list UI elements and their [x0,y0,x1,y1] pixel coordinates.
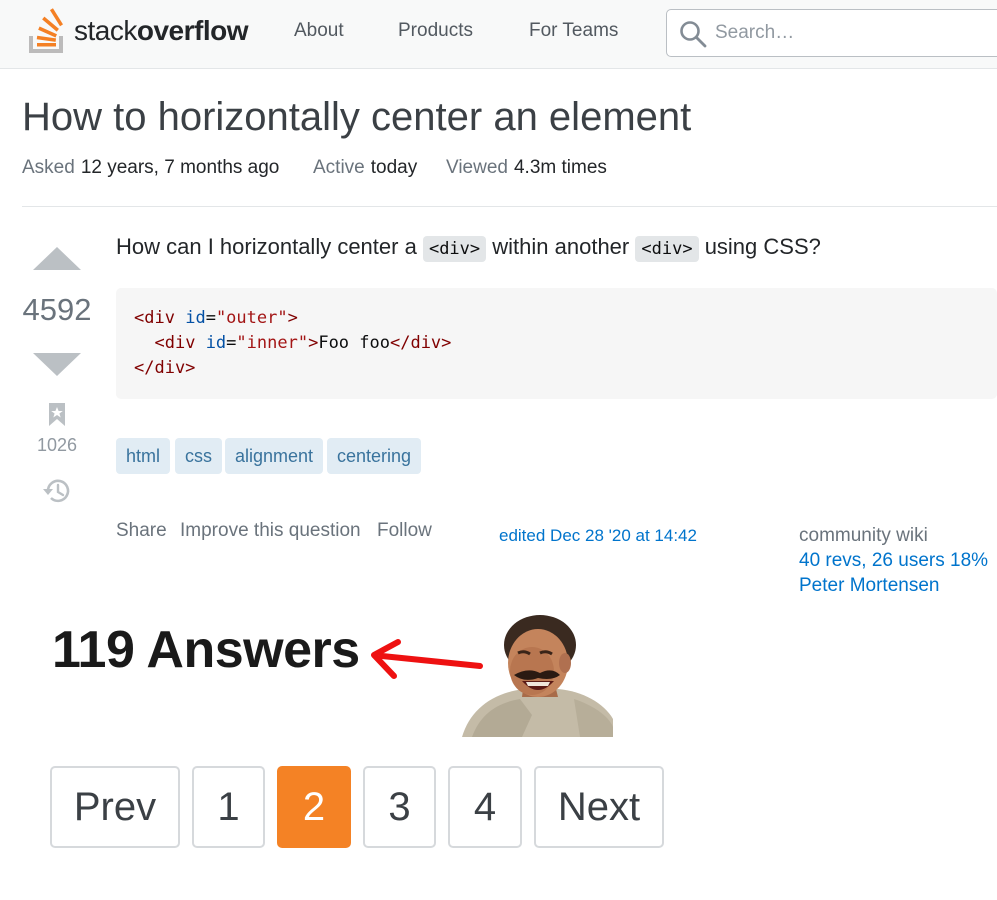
logo-text: stackoverflow [74,15,249,46]
meta-active-label: Active [313,157,365,178]
code-token: id [185,308,206,328]
pagination-page-3[interactable]: 3 [363,766,436,848]
answers-count: 119 Answers [52,621,360,679]
stackoverflow-logo[interactable]: stackoverflow [28,7,249,55]
code-token: = [205,308,216,328]
edited-link[interactable]: edited Dec 28 '20 at 14:42 [499,526,697,546]
pagination-page-2-current[interactable]: 2 [277,766,351,848]
improve-question-link[interactable]: Improve this question [180,520,361,542]
code-token: = [226,333,237,353]
code-line: <div id="inner">Foo foo</div> [134,333,451,353]
body-text: using CSS? [704,234,821,259]
body-text: How can I horizontally center a [116,234,417,259]
meta-asked-value: 12 years, 7 months ago [80,157,280,178]
follow-link[interactable]: Follow [377,520,432,542]
laughing-man-meme-image [462,615,613,737]
meta-viewed-value: 4.3m times [513,157,607,178]
bookmark-icon[interactable] [47,402,67,433]
community-wiki-label: community wiki [799,525,928,546]
pagination-next[interactable]: Next [534,766,664,848]
downvote-arrow-icon[interactable] [33,352,81,383]
code-token: Foo foo [318,333,390,353]
meta-asked-label: Asked [22,157,75,178]
code-block: <div id="outer"> <div id="inner">Foo foo… [116,288,997,399]
question-body: How can I horizontally center a <div> wi… [116,234,821,262]
nav-for-teams[interactable]: For Teams [529,20,618,42]
inline-code: <div> [422,236,487,262]
header-divider [22,206,997,207]
pagination-prev[interactable]: Prev [50,766,180,848]
code-line: <div id="outer"> [134,308,298,328]
code-token: <div [154,333,196,353]
top-bar: stackoverflow About Products For Teams [0,0,997,69]
editor-link[interactable]: Peter Mortensen [799,575,939,597]
revisions-link[interactable]: 40 revs, 26 users 18% [799,550,988,572]
tag-html[interactable]: html [116,438,171,474]
meta-asked: Asked 12 years, 7 months ago [22,157,279,179]
inline-code: <div> [635,236,699,262]
code-token: </div> [389,333,452,353]
meta-viewed-label: Viewed [446,157,508,178]
stackoverflow-logo-icon [28,8,68,54]
nav-about[interactable]: About [294,20,344,42]
meta-viewed: Viewed 4.3m times [446,157,607,179]
history-icon[interactable] [42,477,72,510]
bookmark-count: 1026 [36,435,78,455]
meta-active-value: today [370,157,418,178]
code-token: </div> [134,358,196,378]
nav-products[interactable]: Products [398,20,473,42]
vote-count: 4592 [22,292,92,327]
meta-active: Active today [313,157,417,179]
tag-centering[interactable]: centering [327,438,422,474]
pagination-page-1[interactable]: 1 [192,766,265,848]
code-token: "outer" [215,308,288,328]
tag-alignment[interactable]: alignment [225,438,324,474]
search-box[interactable] [666,9,997,57]
upvote-arrow-icon[interactable] [33,246,81,277]
pagination-page-4[interactable]: 4 [448,766,522,848]
search-input[interactable] [715,18,995,48]
tag-css[interactable]: css [175,438,222,474]
code-token: <div [134,308,175,328]
code-line: </div> [134,358,195,378]
code-token: id [205,333,227,353]
code-token: > [287,308,298,328]
share-link[interactable]: Share [116,520,167,542]
body-text: within another [492,234,630,259]
question-title[interactable]: How to horizontally center an element [22,95,691,140]
code-token: > [308,333,319,353]
code-token: "inner" [236,333,309,353]
